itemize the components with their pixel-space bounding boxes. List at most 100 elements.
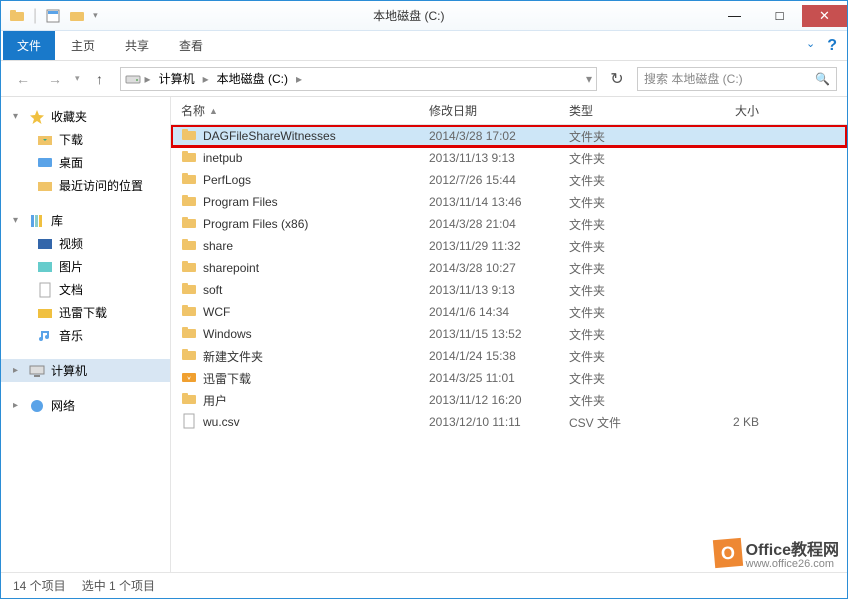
tree-documents[interactable]: 文档: [1, 278, 170, 301]
file-row[interactable]: Program Files (x86)2014/3/28 21:04文件夹: [171, 213, 847, 235]
qat-dropdown-icon[interactable]: ▾: [93, 10, 98, 21]
file-row[interactable]: Program Files2013/11/14 13:46文件夹: [171, 191, 847, 213]
qat-separator: |: [33, 7, 37, 25]
folder-icon: [181, 127, 197, 146]
tree-network[interactable]: ▸ 网络: [1, 394, 170, 417]
watermark-title: Office教程网: [746, 542, 839, 559]
new-folder-icon[interactable]: [69, 8, 85, 24]
tab-file[interactable]: 文件: [3, 31, 55, 60]
file-date: 2012/7/26 15:44: [429, 173, 569, 187]
crumb-drive[interactable]: 本地磁盘 (C:): [213, 70, 292, 87]
file-row[interactable]: inetpub2013/11/13 9:13文件夹: [171, 147, 847, 169]
network-icon: [29, 398, 45, 414]
file-row[interactable]: wu.csv2013/12/10 11:11CSV 文件2 KB: [171, 411, 847, 433]
column-size[interactable]: 大小: [679, 102, 779, 119]
navigation-pane: ▾ 收藏夹 下载 桌面 最近访问的位置 ▾ 库 视频 图片 文档 迅雷下载 音乐…: [1, 97, 171, 572]
file-type: 文件夹: [569, 326, 679, 343]
file-row[interactable]: DAGFileShareWitnesses2014/3/28 17:02文件夹: [171, 125, 847, 147]
file-type: 文件夹: [569, 194, 679, 211]
chevron-down-icon[interactable]: ▾: [13, 215, 23, 226]
properties-icon[interactable]: [45, 8, 61, 24]
file-name: 迅雷下载: [203, 370, 251, 387]
up-button[interactable]: ↑: [88, 67, 112, 91]
ribbon-tabs: 文件 主页 共享 查看 ⌄ ?: [1, 31, 847, 61]
tree-xunlei[interactable]: 迅雷下载: [1, 301, 170, 324]
chevron-right-icon[interactable]: ▸: [13, 400, 23, 411]
folder-icon: [9, 8, 25, 24]
forward-button[interactable]: →: [43, 67, 67, 91]
minimize-button[interactable]: —: [712, 5, 757, 27]
crumb-computer[interactable]: 计算机: [155, 70, 199, 87]
chevron-right-icon[interactable]: ▸: [13, 365, 23, 376]
tree-label: 文档: [59, 281, 83, 298]
file-name: soft: [203, 283, 222, 297]
back-button[interactable]: ←: [11, 67, 35, 91]
folder-icon: [181, 171, 197, 190]
tab-view[interactable]: 查看: [165, 31, 217, 60]
file-date: 2013/11/13 9:13: [429, 283, 569, 297]
chevron-right-icon[interactable]: ▸: [203, 72, 209, 86]
folder-icon: [181, 237, 197, 256]
file-row[interactable]: PerfLogs2012/7/26 15:44文件夹: [171, 169, 847, 191]
tree-label: 下载: [59, 131, 83, 148]
tree-pictures[interactable]: 图片: [1, 255, 170, 278]
address-dropdown-icon[interactable]: ▾: [586, 72, 592, 86]
file-row[interactable]: WCF2014/1/6 14:34文件夹: [171, 301, 847, 323]
file-name: wu.csv: [203, 415, 240, 429]
address-bar[interactable]: ▸ 计算机 ▸ 本地磁盘 (C:) ▸ ▾: [120, 67, 597, 91]
tree-videos[interactable]: 视频: [1, 232, 170, 255]
file-date: 2014/1/6 14:34: [429, 305, 569, 319]
tree-desktop[interactable]: 桌面: [1, 151, 170, 174]
tree-favorites[interactable]: ▾ 收藏夹: [1, 105, 170, 128]
refresh-button[interactable]: ↻: [605, 67, 629, 91]
picture-icon: [37, 259, 53, 275]
file-date: 2013/11/15 13:52: [429, 327, 569, 341]
column-date[interactable]: 修改日期: [429, 102, 569, 119]
recent-icon: [37, 178, 53, 194]
computer-icon: [29, 363, 45, 379]
file-row[interactable]: sharepoint2014/3/28 10:27文件夹: [171, 257, 847, 279]
chevron-down-icon[interactable]: ▾: [13, 111, 23, 122]
tree-music[interactable]: 音乐: [1, 324, 170, 347]
folder-icon: [181, 259, 197, 278]
column-type[interactable]: 类型: [569, 102, 679, 119]
tab-home[interactable]: 主页: [57, 31, 109, 60]
maximize-button[interactable]: □: [757, 5, 802, 27]
recent-dropdown-icon[interactable]: ▾: [75, 73, 80, 84]
tree-downloads[interactable]: 下载: [1, 128, 170, 151]
chevron-right-icon[interactable]: ▸: [296, 72, 302, 86]
folder-icon: [181, 149, 197, 168]
download-icon: [37, 132, 53, 148]
file-date: 2013/12/10 11:11: [429, 415, 569, 429]
item-count: 14 个项目: [13, 577, 66, 594]
file-row[interactable]: soft 2013/11/13 9:13文件夹: [171, 279, 847, 301]
tab-share[interactable]: 共享: [111, 31, 163, 60]
file-date: 2014/3/25 11:01: [429, 371, 569, 385]
help-icon[interactable]: ?: [827, 37, 837, 55]
file-row[interactable]: 迅雷下载 2014/3/25 11:01文件夹: [171, 367, 847, 389]
watermark: O Office教程网 www.office26.com: [714, 536, 839, 570]
chevron-right-icon[interactable]: ▸: [145, 72, 151, 86]
search-input[interactable]: 搜索 本地磁盘 (C:) 🔍: [637, 67, 837, 91]
file-date: 2013/11/12 16:20: [429, 393, 569, 407]
ribbon-expand-icon[interactable]: ⌄: [806, 37, 815, 55]
folder-icon: [181, 215, 197, 234]
file-name: PerfLogs: [203, 173, 251, 187]
tree-recent[interactable]: 最近访问的位置: [1, 174, 170, 197]
file-row[interactable]: 新建文件夹2014/1/24 15:38文件夹: [171, 345, 847, 367]
file-date: 2014/3/28 10:27: [429, 261, 569, 275]
tree-computer[interactable]: ▸ 计算机: [1, 359, 170, 382]
file-type: 文件夹: [569, 282, 679, 299]
file-row[interactable]: Windows2013/11/15 13:52文件夹: [171, 323, 847, 345]
file-type: 文件夹: [569, 370, 679, 387]
tree-libraries[interactable]: ▾ 库: [1, 209, 170, 232]
file-name: inetpub: [203, 151, 242, 165]
file-row[interactable]: share2013/11/29 11:32文件夹: [171, 235, 847, 257]
column-headers: 名称 ▲ 修改日期 类型 大小: [171, 97, 847, 125]
tree-label: 视频: [59, 235, 83, 252]
logo-icon: O: [712, 538, 742, 568]
column-name[interactable]: 名称 ▲: [171, 102, 429, 119]
star-icon: [29, 109, 45, 125]
file-row[interactable]: 用户2013/11/12 16:20文件夹: [171, 389, 847, 411]
close-button[interactable]: ✕: [802, 5, 847, 27]
